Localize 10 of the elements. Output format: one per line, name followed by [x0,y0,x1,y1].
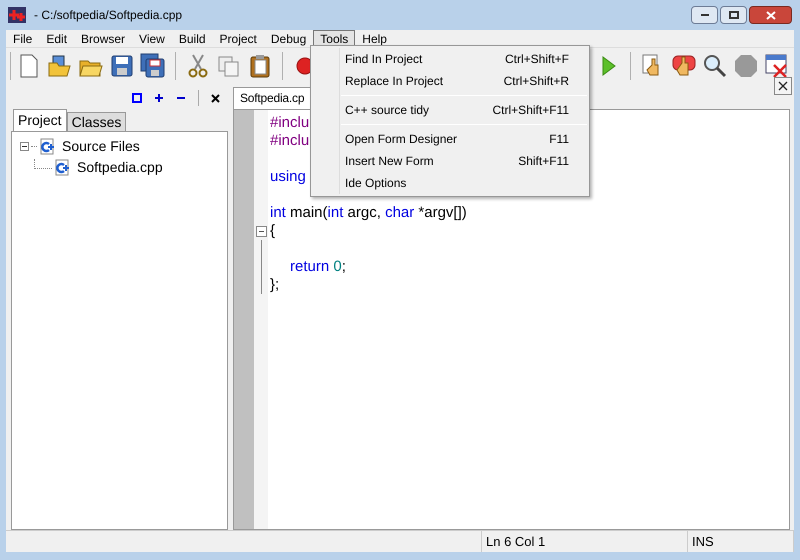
code-line: return 0; [290,258,346,275]
code-line: { [270,222,276,239]
code-line: }; [270,276,280,293]
window-title: - C:/softpedia/Softpedia.cpp [34,7,182,24]
code-line: #inclu [270,132,310,149]
status-panel: Ln 6 Col 1 [482,531,688,552]
code-line: #inclu [270,114,310,131]
status-panel: INS [688,531,794,552]
code-line: int main(int argc, char *argv[]) [270,204,467,221]
code-line: using [270,168,306,185]
